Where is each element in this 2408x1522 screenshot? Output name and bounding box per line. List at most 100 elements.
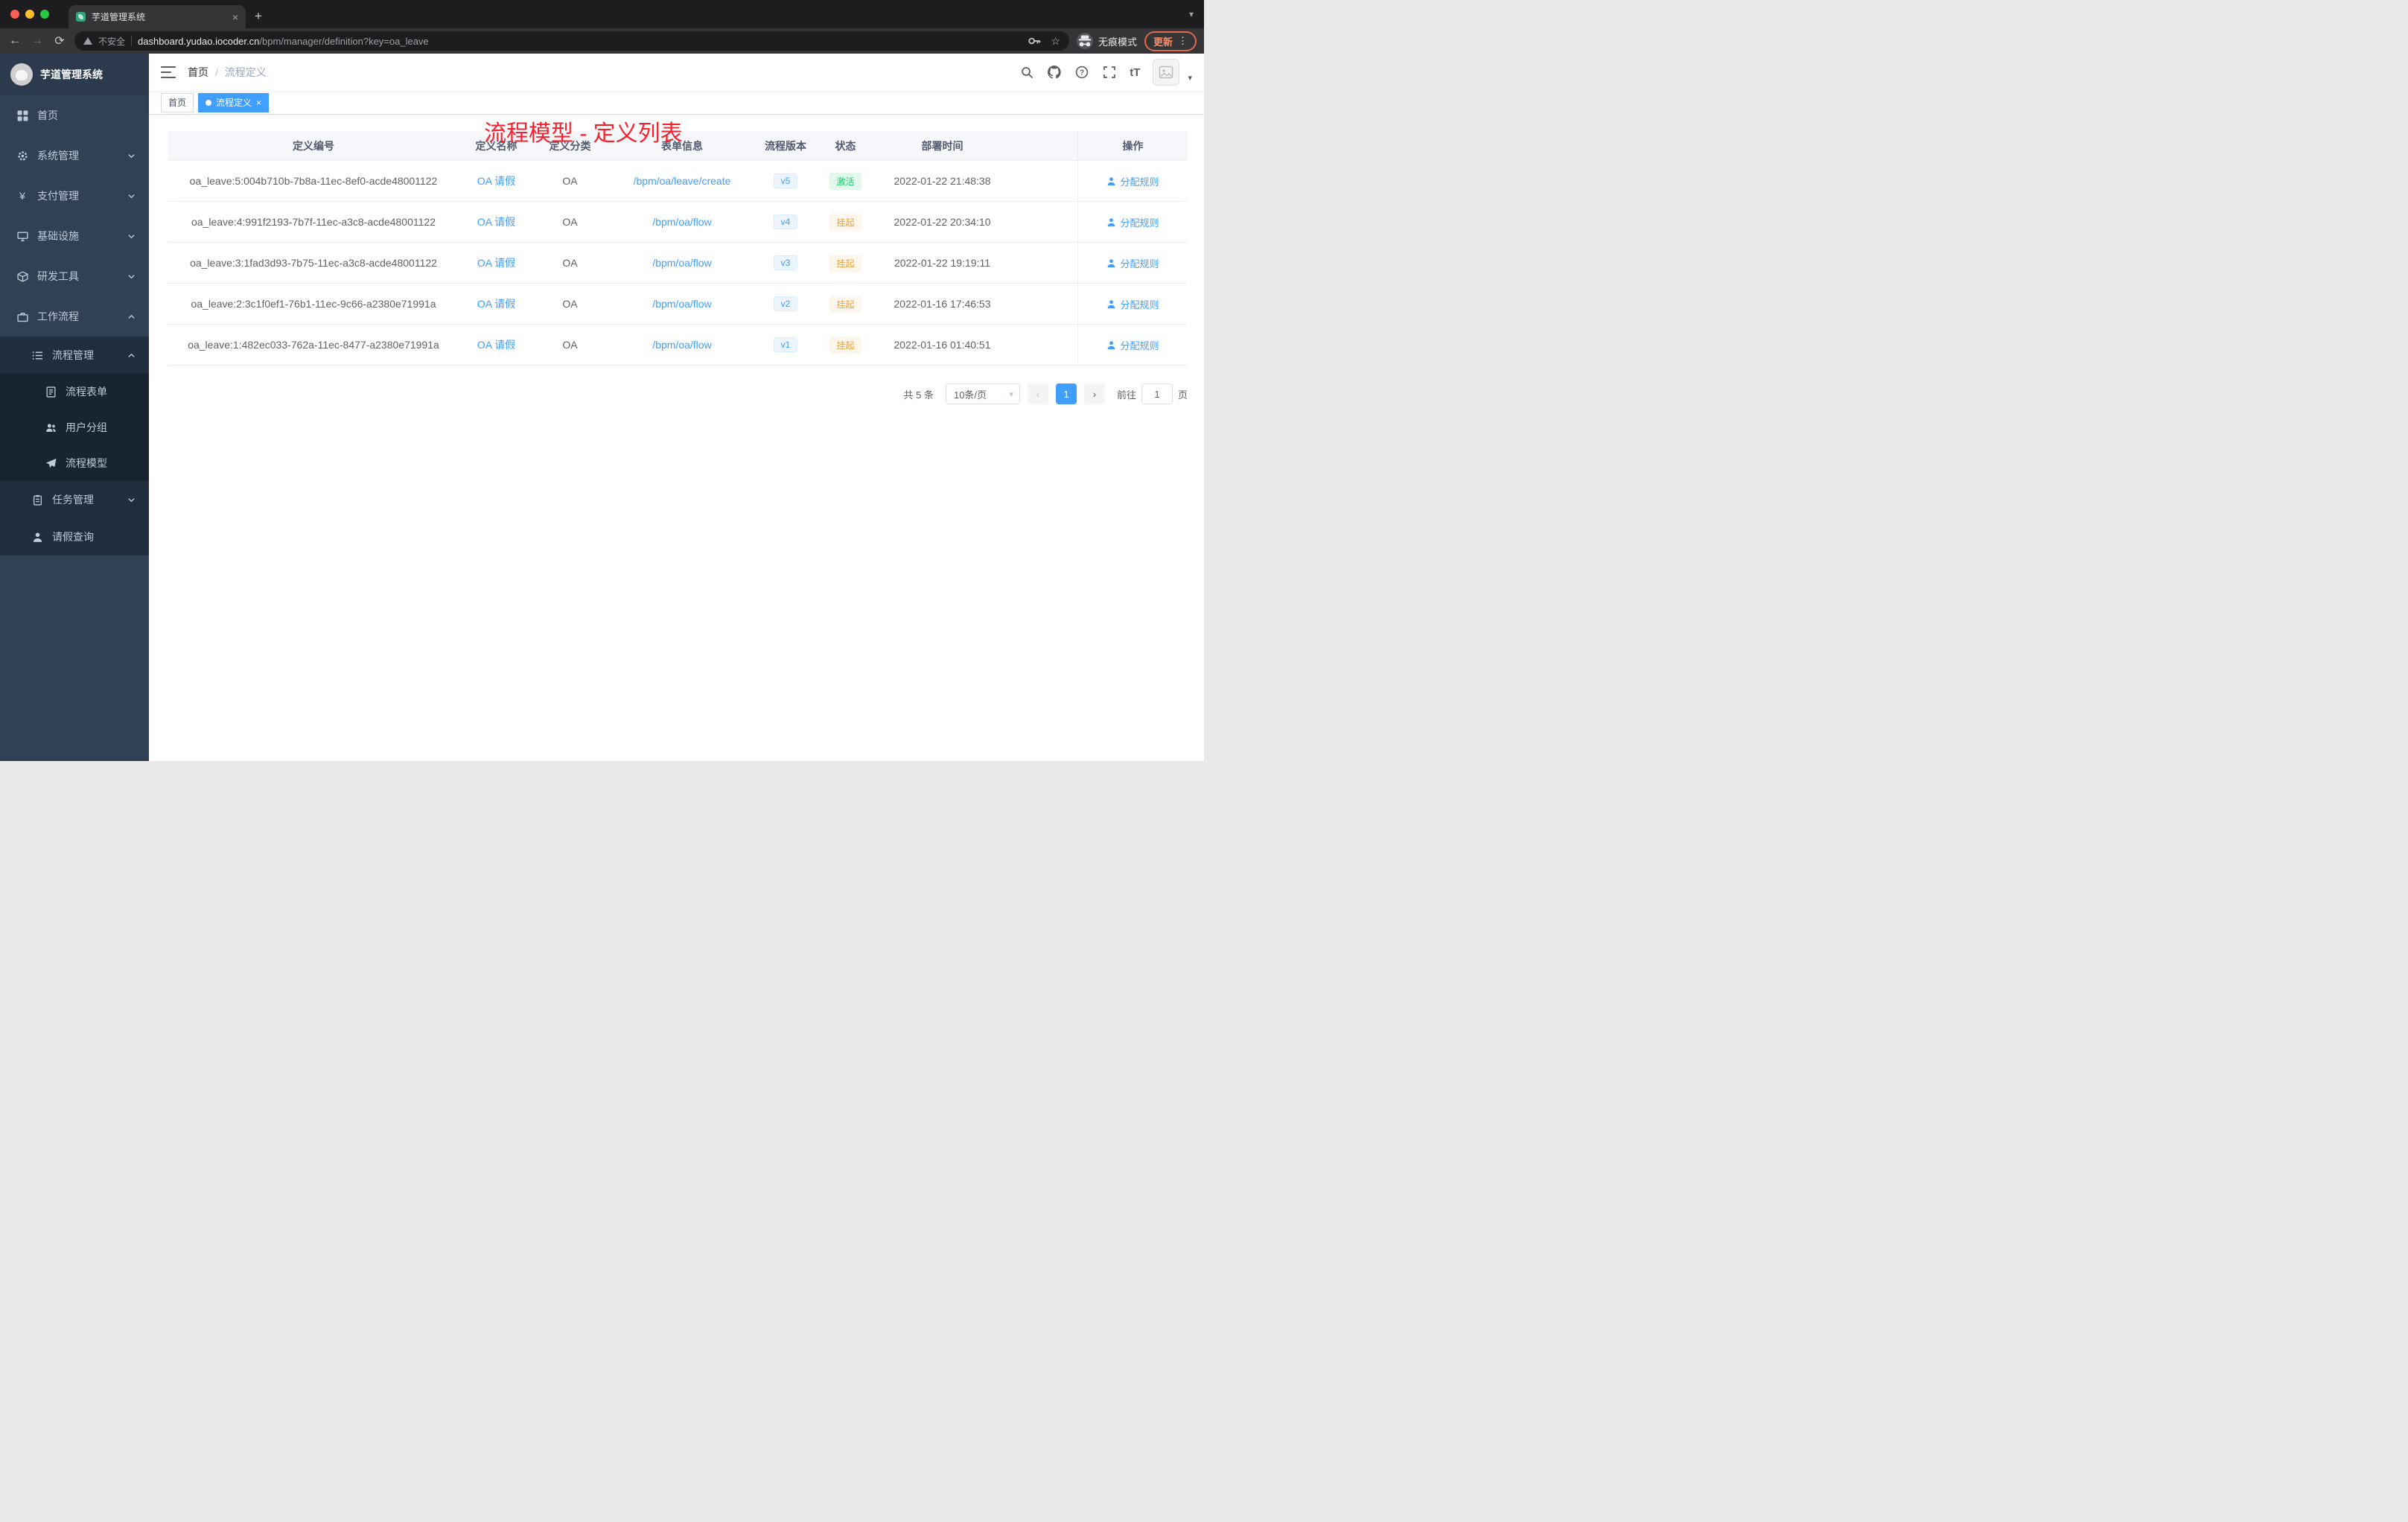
main-area: 首页 / 流程定义 ? tT ▾ 流程模型 - 定义列表 首页 流程定义 × 定…	[149, 54, 1204, 761]
definition-name-link[interactable]: OA 请假	[477, 216, 515, 228]
sidebar-item-label: 基础设施	[37, 230, 79, 242]
browser-menu-icon[interactable]: ⋮	[1178, 35, 1188, 47]
password-key-icon[interactable]	[1027, 34, 1042, 48]
definition-category: OA	[562, 257, 578, 269]
status-badge: 激活	[829, 172, 861, 190]
sidebar-item-user-group[interactable]: 用户分组	[0, 410, 149, 445]
security-warning-icon	[83, 37, 92, 45]
column-header-deploy-time: 部署时间	[921, 139, 963, 152]
definition-name-link[interactable]: OA 请假	[477, 298, 515, 310]
sidebar-item-task-management[interactable]: 任务管理	[0, 481, 149, 518]
form-link[interactable]: /bpm/oa/flow	[652, 339, 711, 351]
column-header-name: 定义名称	[475, 139, 517, 152]
reload-button[interactable]: ⟳	[52, 34, 67, 48]
column-header-status: 状态	[835, 139, 856, 152]
forward-button[interactable]: →	[30, 34, 45, 48]
goto-page-input[interactable]	[1141, 383, 1173, 404]
table-row: oa_leave:1:482ec033-762a-11ec-8477-a2380…	[168, 325, 1188, 366]
help-icon[interactable]: ?	[1074, 65, 1089, 80]
deploy-time: 2022-01-22 21:48:38	[894, 175, 991, 187]
version-tag: v3	[773, 255, 798, 270]
sidebar-item-system[interactable]: 系统管理	[0, 136, 149, 176]
definition-name-link[interactable]: OA 请假	[477, 175, 515, 187]
font-size-icon[interactable]: tT	[1130, 66, 1140, 79]
assign-rule-button[interactable]: 分配规则	[1106, 174, 1159, 188]
sidebar-item-workflow[interactable]: 工作流程	[0, 296, 149, 337]
assign-rule-button[interactable]: 分配规则	[1106, 215, 1159, 229]
sidebar-item-label: 流程表单	[66, 386, 107, 398]
version-tag: v5	[773, 173, 798, 188]
page-content: 定义编号 定义名称 定义分类 表单信息 流程版本 状态 部署时间 操作 oa_l…	[149, 115, 1204, 761]
tag-close-icon[interactable]: ×	[256, 98, 261, 108]
form-link[interactable]: /bpm/oa/flow	[652, 216, 711, 228]
sidebar-item-label: 支付管理	[37, 190, 79, 202]
column-header-category: 定义分类	[549, 139, 591, 152]
browser-tab[interactable]: 芋道管理系统 ×	[69, 5, 246, 28]
definition-id: oa_leave:2:3c1f0ef1-76b1-11ec-9c66-a2380…	[191, 298, 436, 310]
definition-id: oa_leave:1:482ec033-762a-11ec-8477-a2380…	[188, 339, 439, 351]
bookmark-star-icon[interactable]: ☆	[1051, 35, 1060, 48]
window-controls	[0, 0, 60, 28]
assign-rule-button[interactable]: 分配规则	[1106, 256, 1159, 270]
dashboard-icon	[16, 109, 28, 121]
github-icon[interactable]	[1047, 65, 1062, 80]
fullscreen-icon[interactable]	[1102, 65, 1117, 80]
sidebar-item-devtools[interactable]: 研发工具	[0, 256, 149, 296]
tab-close-icon[interactable]: ×	[232, 11, 238, 23]
sidebar-item-infrastructure[interactable]: 基础设施	[0, 216, 149, 256]
sidebar-item-label: 系统管理	[37, 150, 79, 162]
chevron-down-icon	[125, 230, 137, 242]
sidebar-toggle-icon[interactable]	[161, 66, 176, 78]
sidebar-logo[interactable]: 芋道管理系统	[0, 54, 149, 95]
breadcrumb-home[interactable]: 首页	[188, 65, 208, 80]
table-row: oa_leave:3:1fad3d93-7b75-11ec-a3c8-acde4…	[168, 243, 1188, 284]
form-link[interactable]: /bpm/oa/flow	[652, 298, 711, 310]
sidebar-item-process-form[interactable]: 流程表单	[0, 374, 149, 410]
avatar-dropdown-caret-icon[interactable]: ▾	[1188, 73, 1192, 86]
assign-rule-button[interactable]: 分配规则	[1106, 297, 1159, 311]
window-close-button[interactable]	[10, 10, 19, 19]
status-badge: 挂起	[829, 254, 861, 272]
table-header-row: 定义编号 定义名称 定义分类 表单信息 流程版本 状态 部署时间 操作	[168, 131, 1188, 161]
assign-rule-button[interactable]: 分配规则	[1106, 338, 1159, 352]
sidebar-item-home[interactable]: 首页	[0, 95, 149, 136]
browser-update-button[interactable]: 更新 ⋮	[1144, 31, 1197, 51]
address-bar[interactable]: 不安全 dashboard.yudao.iocoder.cn/bpm/manag…	[74, 31, 1069, 51]
form-link[interactable]: /bpm/oa/flow	[652, 257, 711, 269]
update-label: 更新	[1153, 36, 1173, 48]
window-minimize-button[interactable]	[25, 10, 34, 19]
chevron-up-icon	[125, 349, 137, 361]
column-header-form: 表单信息	[661, 139, 703, 152]
chevron-down-icon	[125, 494, 137, 506]
definition-name-link[interactable]: OA 请假	[477, 339, 515, 351]
chevron-down-icon	[125, 190, 137, 202]
pagination: 共 5 条 10条/页 ▾ ‹ 1 › 前往 页	[168, 383, 1188, 404]
sidebar-item-payment[interactable]: ¥ 支付管理	[0, 176, 149, 216]
sidebar-item-process-management[interactable]: 流程管理	[0, 337, 149, 374]
form-link[interactable]: /bpm/oa/leave/create	[634, 175, 731, 187]
search-icon[interactable]	[1019, 65, 1034, 80]
sidebar-item-process-model[interactable]: 流程模型	[0, 445, 149, 481]
goto-unit: 页	[1177, 389, 1188, 401]
browser-tab-strip: 芋道管理系统 × + ▾	[0, 0, 1204, 28]
page-number-1[interactable]: 1	[1055, 383, 1077, 404]
sidebar-item-label: 流程模型	[66, 457, 107, 469]
app-navbar: 首页 / 流程定义 ? tT ▾	[149, 54, 1204, 91]
tab-search-chevron-icon[interactable]: ▾	[1189, 9, 1194, 19]
prev-page-button[interactable]: ‹	[1027, 383, 1048, 404]
back-button[interactable]: ←	[7, 34, 22, 48]
list-icon	[31, 349, 43, 361]
sidebar-item-label: 流程管理	[52, 349, 94, 361]
new-tab-button[interactable]: +	[255, 9, 262, 24]
page-size-select[interactable]: 10条/页 ▾	[945, 383, 1020, 404]
sidebar-item-label: 请假查询	[52, 531, 94, 543]
tag-current[interactable]: 流程定义 ×	[198, 92, 270, 112]
sidebar-item-leave-query[interactable]: 请假查询	[0, 518, 149, 555]
definition-category: OA	[562, 216, 578, 228]
definition-name-link[interactable]: OA 请假	[477, 257, 515, 269]
next-page-button[interactable]: ›	[1083, 383, 1105, 404]
window-zoom-button[interactable]	[40, 10, 49, 19]
deploy-time: 2022-01-16 17:46:53	[894, 298, 991, 310]
user-avatar[interactable]	[1153, 59, 1180, 86]
tag-home[interactable]: 首页	[161, 92, 194, 112]
